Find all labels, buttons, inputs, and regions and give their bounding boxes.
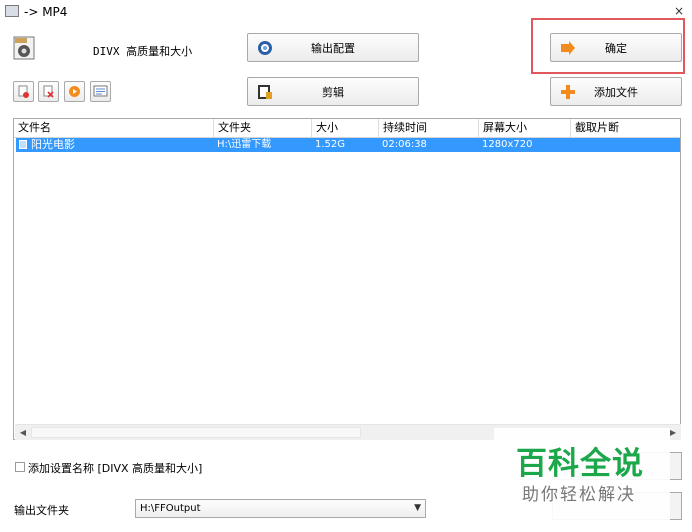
output-folder-value: H:\FFOutput <box>140 503 201 514</box>
video-file-icon <box>13 36 35 60</box>
table-row[interactable]: 阳光电影 H:\迅雷下载 1.52G 02:06:38 1280x720 <box>16 138 680 152</box>
watermark-logo: 百科全说 助你轻松解决 <box>494 428 670 528</box>
row-folder: H:\迅雷下载 <box>217 139 272 150</box>
row-checkbox[interactable] <box>19 140 27 149</box>
close-icon: × <box>673 4 685 18</box>
scroll-left-arrow-icon[interactable]: ◀ <box>18 428 28 438</box>
list-header: 文件名 文件夹 大小 持续时间 屏幕大小 截取片断 <box>14 119 680 138</box>
row-file-name: 阳光电影 <box>31 138 75 151</box>
scroll-thumb[interactable] <box>31 427 361 438</box>
output-folder-label: 输出文件夹 <box>14 504 69 517</box>
row-clip <box>571 138 680 152</box>
file-list[interactable]: 文件名 文件夹 大小 持续时间 屏幕大小 截取片断 阳光电影 H:\迅雷下载 1… <box>13 118 681 440</box>
add-setting-label: 添加设置名称 [DIVX 高质量和大小] <box>28 462 203 475</box>
settings-disc-icon <box>257 40 273 56</box>
remove-file-icon <box>18 85 29 98</box>
column-header-resolution[interactable]: 屏幕大小 <box>479 119 571 137</box>
output-config-button[interactable]: 输出配置 <box>247 33 419 62</box>
row-resolution: 1280x720 <box>482 139 533 150</box>
watermark-subtitle: 助你轻松解决 <box>522 485 636 505</box>
ok-button[interactable]: 确定 <box>550 33 682 62</box>
row-duration: 02:06:38 <box>382 139 427 150</box>
play-button[interactable] <box>64 81 85 102</box>
file-info-button[interactable] <box>90 81 111 102</box>
output-config-label: 输出配置 <box>311 41 355 55</box>
watermark-title: 百科全说 <box>516 446 644 482</box>
arrow-right-icon <box>560 40 576 56</box>
profile-label: DIVX 高质量和大小 <box>93 45 193 58</box>
window-title: -> MP4 <box>24 5 68 19</box>
app-icon <box>5 5 19 17</box>
add-file-label: 添加文件 <box>594 85 638 99</box>
add-setting-checkbox[interactable] <box>15 462 25 472</box>
chevron-down-icon: ▼ <box>414 503 421 513</box>
ok-label: 确定 <box>605 41 627 55</box>
column-header-duration[interactable]: 持续时间 <box>379 119 479 137</box>
remove-file-button[interactable] <box>13 81 34 102</box>
column-header-folder[interactable]: 文件夹 <box>214 119 312 137</box>
cut-label: 剪辑 <box>322 85 344 99</box>
cut-button[interactable]: 剪辑 <box>247 77 419 106</box>
clear-list-icon <box>43 85 54 98</box>
close-button[interactable]: × <box>673 4 685 18</box>
column-header-size[interactable]: 大小 <box>312 119 379 137</box>
output-folder-select[interactable]: H:\FFOutput ▼ <box>135 499 426 518</box>
play-icon <box>69 86 80 97</box>
clear-list-button[interactable] <box>38 81 59 102</box>
add-file-button[interactable]: 添加文件 <box>550 77 682 106</box>
column-header-clip[interactable]: 截取片断 <box>571 119 680 137</box>
row-size: 1.52G <box>315 139 346 150</box>
column-header-name[interactable]: 文件名 <box>14 119 214 137</box>
plus-icon <box>560 84 576 100</box>
file-info-icon <box>93 85 108 97</box>
film-cut-icon <box>257 84 273 100</box>
